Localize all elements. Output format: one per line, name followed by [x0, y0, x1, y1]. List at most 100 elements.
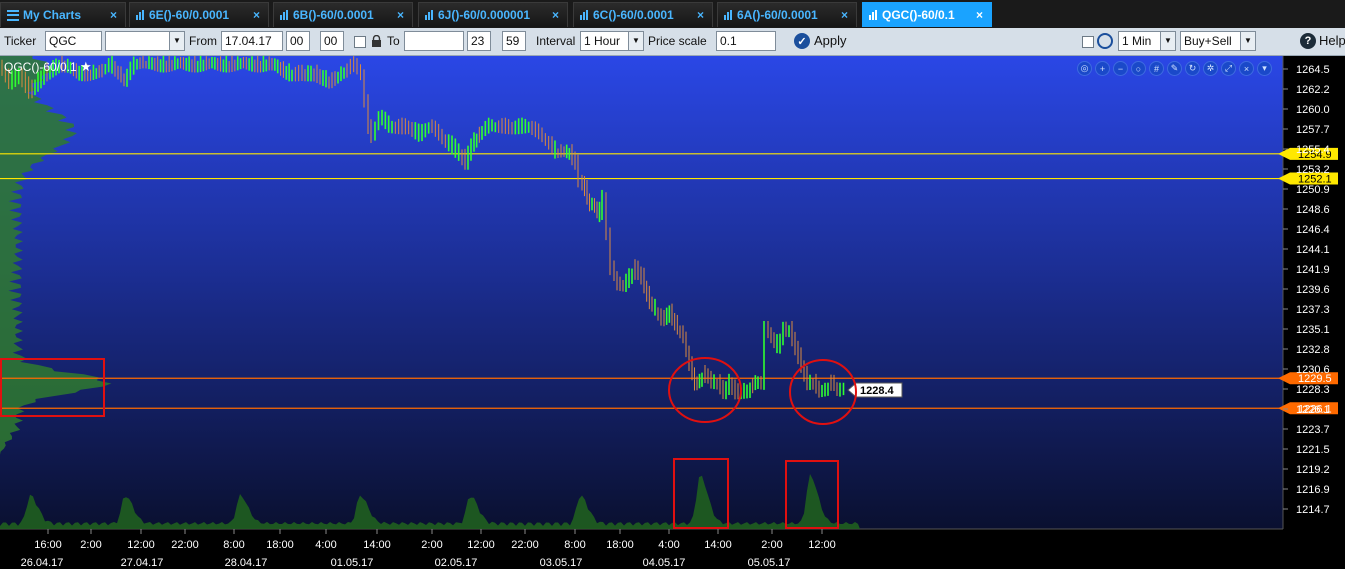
price-tick-label: 1248.6 [1296, 204, 1330, 216]
close-icon[interactable]: × [552, 8, 559, 22]
tab-6b[interactable]: 6B()-60/0.0001 × [273, 2, 413, 27]
from-lock-checkbox[interactable] [354, 36, 366, 48]
bar-chart-icon [425, 10, 435, 20]
price-tick-label: 1214.7 [1296, 504, 1330, 516]
help-label[interactable]: Help [1319, 33, 1345, 49]
draw-icon[interactable]: ✎ [1167, 61, 1182, 76]
date-label: 27.04.17 [121, 557, 164, 569]
price-tick-label: 1226.1 [1296, 404, 1330, 416]
zoom-fit-icon[interactable]: ◎ [1077, 61, 1092, 76]
close-icon[interactable]: × [841, 8, 848, 22]
price-scale-input[interactable]: 0.1 [716, 31, 776, 51]
to-minute-input[interactable]: 59 [502, 31, 526, 51]
refresh-value: 1 Min [1122, 34, 1152, 48]
maximize-icon[interactable]: ⤢ [1221, 61, 1236, 76]
chevron-down-icon: ▼ [1160, 32, 1175, 50]
chevron-down-icon: ▼ [169, 32, 184, 50]
tab-my-charts[interactable]: My Charts × [0, 2, 126, 27]
time-tick-label: 14:00 [363, 539, 391, 551]
price-tick-label: 1257.7 [1296, 124, 1330, 136]
close-icon[interactable]: × [110, 8, 117, 22]
close-icon[interactable]: × [1239, 61, 1254, 76]
auto-refresh-checkbox[interactable] [1082, 36, 1094, 48]
price-tick-label: 1246.4 [1296, 224, 1330, 236]
from-date-input[interactable]: 17.04.17 [221, 31, 283, 51]
to-date-input[interactable] [404, 31, 464, 51]
price-scale-label: Price scale [648, 34, 707, 48]
grid-icon[interactable]: # [1149, 61, 1164, 76]
bar-chart-icon [580, 10, 590, 20]
tab-6a[interactable]: 6A()-60/0.0001 × [717, 2, 857, 27]
chart-area[interactable]: 1254.9 1252.1 1229.5 1226.1 1228.4 1264.5 12… [0, 56, 1345, 569]
tab-qgc[interactable]: QGC()-60/0.1 × [862, 2, 992, 27]
time-tick-label: 22:00 [511, 539, 539, 551]
date-label: 03.05.17 [540, 557, 583, 569]
tab-label: QGC()-60/0.1 [882, 8, 955, 22]
chevron-down-icon: ▼ [1240, 32, 1255, 50]
price-tick-label: 1253.2 [1296, 164, 1330, 176]
ticker-label: Ticker [4, 34, 37, 48]
date-label: 28.04.17 [225, 557, 268, 569]
interval-label: Interval [536, 34, 576, 48]
from-label: From [189, 34, 217, 48]
tab-label: 6A()-60/0.0001 [737, 8, 818, 22]
time-tick-label: 2:00 [80, 539, 101, 551]
tab-6c[interactable]: 6C()-60/0.0001 × [573, 2, 713, 27]
refresh-interval-select[interactable]: 1 Min ▼ [1118, 31, 1176, 51]
chevron-down-icon: ▼ [628, 32, 643, 50]
price-tick-label: 1244.1 [1296, 244, 1330, 256]
tab-6e[interactable]: 6E()-60/0.0001 × [129, 2, 269, 27]
price-tick-label: 1232.8 [1296, 344, 1330, 356]
mode-value: Buy+Sell [1184, 34, 1232, 48]
tab-label: 6J()-60/0.000001 [438, 8, 531, 22]
close-icon[interactable]: × [397, 8, 404, 22]
time-tick-label: 12:00 [467, 539, 495, 551]
close-icon[interactable]: × [976, 8, 983, 22]
zoom-out-icon[interactable]: − [1113, 61, 1128, 76]
time-tick-label: 12:00 [808, 539, 836, 551]
zoom-in-icon[interactable]: + [1095, 61, 1110, 76]
date-label: 01.05.17 [331, 557, 374, 569]
last-price-label: 1228.4 [860, 385, 895, 397]
close-icon[interactable]: × [253, 8, 260, 22]
price-tick-label: 1219.2 [1296, 464, 1330, 476]
help-icon[interactable]: ? [1300, 33, 1316, 49]
price-tick-label: 1228.3 [1296, 384, 1330, 396]
close-icon[interactable]: × [697, 8, 704, 22]
settings-icon[interactable]: ✲ [1203, 61, 1218, 76]
tab-bar: My Charts × 6E()-60/0.0001 × 6B()-60/0.0… [0, 0, 1345, 28]
from-hour-input[interactable]: 00 [286, 31, 310, 51]
zoom-reset-icon[interactable]: ○ [1131, 61, 1146, 76]
sync-icon[interactable] [1097, 33, 1113, 49]
bar-chart-icon [724, 10, 734, 20]
menu-icon [7, 9, 19, 21]
interval-select[interactable]: 1 Hour ▼ [580, 31, 644, 51]
time-tick-label: 12:00 [127, 539, 155, 551]
time-tick-label: 16:00 [34, 539, 62, 551]
ticker-input[interactable]: QGC [45, 31, 102, 51]
price-tick-label: 1237.3 [1296, 304, 1330, 316]
time-tick-label: 4:00 [658, 539, 679, 551]
plot-background [0, 56, 1283, 529]
price-chart[interactable]: 1254.91252.11229.51226.1 1228.4 1264.512… [0, 56, 1345, 569]
tab-label: 6E()-60/0.0001 [149, 8, 230, 22]
tab-label: 6B()-60/0.0001 [293, 8, 374, 22]
date-label: 02.05.17 [435, 557, 478, 569]
tab-6j[interactable]: 6J()-60/0.000001 × [418, 2, 568, 27]
price-tick-label: 1216.9 [1296, 484, 1330, 496]
price-tick-label: 1241.9 [1296, 264, 1330, 276]
tab-label: 6C()-60/0.0001 [593, 8, 674, 22]
lock-icon [372, 35, 381, 47]
mode-select[interactable]: Buy+Sell ▼ [1180, 31, 1256, 51]
to-hour-input[interactable]: 23 [467, 31, 491, 51]
dropdown-icon[interactable]: ▾ [1257, 61, 1272, 76]
date-label: 05.05.17 [748, 557, 791, 569]
from-minute-input[interactable]: 00 [320, 31, 344, 51]
refresh-icon[interactable]: ↻ [1185, 61, 1200, 76]
time-tick-label: 2:00 [421, 539, 442, 551]
date-label: 26.04.17 [21, 557, 64, 569]
ticker-select[interactable]: ▼ [105, 31, 185, 51]
time-tick-label: 8:00 [223, 539, 244, 551]
bar-chart-icon [869, 10, 879, 20]
star-icon[interactable]: ★ [80, 59, 92, 74]
